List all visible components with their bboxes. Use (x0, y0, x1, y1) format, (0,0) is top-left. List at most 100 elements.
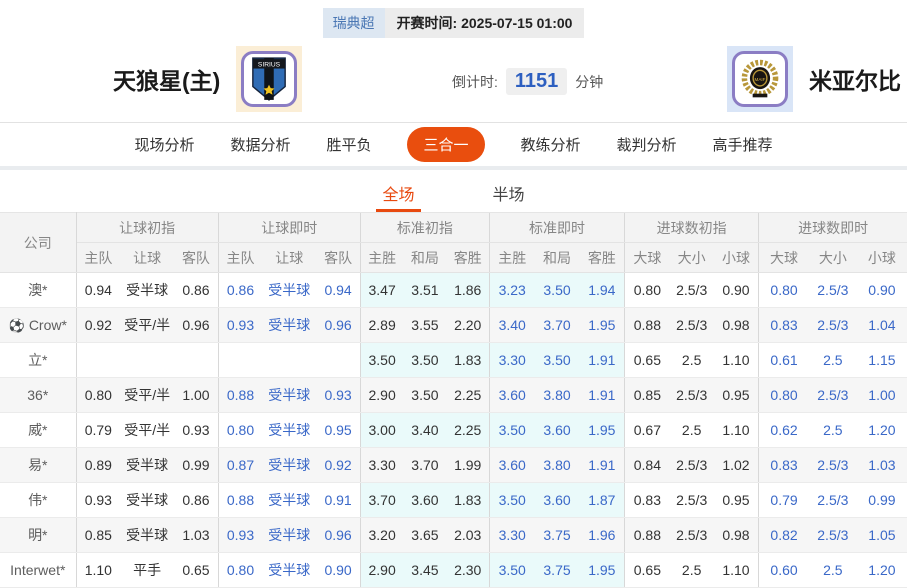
company-cell[interactable]: 明* (0, 518, 76, 553)
company-cell[interactable]: 36* (0, 378, 76, 413)
odds-cell: 2.5 (809, 343, 857, 378)
home-team: 天狼星(主) SIRIUS (113, 46, 302, 112)
company-column-header: 公司 (0, 213, 76, 273)
odds-cell: 3.47 (360, 273, 403, 308)
odds-cell: 3.20 (360, 518, 403, 553)
odds-cell: 1.94 (580, 273, 625, 308)
odds-cell: 0.98 (714, 518, 759, 553)
odds-cell: 1.95 (580, 553, 625, 588)
odds-cell: 0.83 (759, 448, 809, 483)
odds-cell: 3.60 (489, 448, 534, 483)
odds-cell: 受半球 (120, 483, 174, 518)
odds-cell: 1.10 (714, 413, 759, 448)
analysis-nav: 现场分析 数据分析 胜平负 三合一 教练分析 裁判分析 高手推荐 (0, 122, 907, 166)
col-header: 让球 (120, 243, 174, 273)
tab-coach-analysis[interactable]: 教练分析 (521, 134, 581, 155)
group-handicap-live: 让球即时 (218, 213, 360, 243)
company-name: 36* (27, 387, 48, 403)
table-row: 易*0.89受半球0.990.87受半球0.923.303.701.993.60… (0, 448, 907, 483)
odds-cell: 受平/半 (120, 413, 174, 448)
odds-cell: 3.65 (403, 518, 446, 553)
odds-cell (316, 343, 360, 378)
odds-cell: 2.5 (670, 413, 714, 448)
odds-cell: 3.50 (489, 553, 534, 588)
odds-cell: 1.03 (857, 448, 907, 483)
col-header: 大球 (759, 243, 809, 273)
company-name: 威* (28, 422, 47, 438)
col-header: 主胜 (489, 243, 534, 273)
odds-cell: 3.80 (535, 378, 580, 413)
company-name: 澳* (28, 282, 47, 298)
odds-cell: 0.88 (218, 483, 262, 518)
odds-cell: 0.80 (218, 553, 262, 588)
odds-cell: 1.95 (580, 413, 625, 448)
odds-cell: 0.92 (76, 308, 120, 343)
odds-cell: 0.86 (174, 273, 218, 308)
odds-cell: 1.00 (857, 378, 907, 413)
odds-cell: 2.5 (670, 553, 714, 588)
tab-live-analysis[interactable]: 现场分析 (134, 134, 194, 155)
company-name: Interwet* (10, 562, 65, 578)
subtab-half-match[interactable]: 半场 (487, 181, 531, 212)
odds-cell: 1.96 (580, 518, 625, 553)
company-cell[interactable]: 立* (0, 343, 76, 378)
svg-text:SIRIUS: SIRIUS (258, 62, 281, 69)
odds-cell: 0.82 (759, 518, 809, 553)
odds-cell: 1.15 (857, 343, 907, 378)
mjallby-crest-icon: MAIF (732, 51, 788, 107)
company-cell[interactable]: 易* (0, 448, 76, 483)
odds-cell: 0.80 (76, 378, 120, 413)
company-name: Crow* (29, 317, 67, 333)
odds-cell: 3.60 (535, 413, 580, 448)
odds-cell: 0.65 (625, 553, 670, 588)
soccer-ball-icon: ⚽ (9, 318, 25, 333)
odds-cell: 0.88 (625, 518, 670, 553)
odds-cell: 受半球 (262, 413, 316, 448)
company-cell[interactable]: 威* (0, 413, 76, 448)
odds-cell: 3.23 (489, 273, 534, 308)
tab-expert-picks[interactable]: 高手推荐 (713, 134, 773, 155)
odds-cell: 0.94 (316, 273, 360, 308)
odds-cell: 2.30 (446, 553, 489, 588)
tab-three-in-one[interactable]: 三合一 (407, 127, 484, 162)
company-name: 伟* (28, 492, 47, 508)
odds-cell: 0.80 (759, 378, 809, 413)
odds-cell: 0.67 (625, 413, 670, 448)
company-cell[interactable]: Interwet* (0, 553, 76, 588)
col-header: 和局 (535, 243, 580, 273)
odds-cell: 受平/半 (120, 378, 174, 413)
company-name: 立* (28, 352, 47, 368)
odds-cell: 2.5/3 (670, 448, 714, 483)
subtab-full-match[interactable]: 全场 (376, 181, 420, 212)
odds-cell: 1.99 (446, 448, 489, 483)
odds-cell: 3.30 (360, 448, 403, 483)
company-cell[interactable]: 澳* (0, 273, 76, 308)
odds-cell: 3.00 (360, 413, 403, 448)
odds-cell: 0.87 (218, 448, 262, 483)
countdown-unit: 分钟 (575, 72, 603, 92)
tab-win-draw-lose[interactable]: 胜平负 (326, 134, 371, 155)
odds-cell: 1.83 (446, 343, 489, 378)
odds-cell: 3.51 (403, 273, 446, 308)
odds-cell: 1.86 (446, 273, 489, 308)
odds-cell: 0.95 (714, 378, 759, 413)
odds-cell: 受平/半 (120, 308, 174, 343)
odds-cell: 0.90 (857, 273, 907, 308)
odds-cell: 1.04 (857, 308, 907, 343)
odds-cell (120, 343, 174, 378)
odds-cell: 3.50 (403, 378, 446, 413)
col-header: 主胜 (360, 243, 403, 273)
odds-cell: 0.99 (174, 448, 218, 483)
group-standard-initial: 标准初指 (360, 213, 489, 243)
tab-data-analysis[interactable]: 数据分析 (230, 134, 290, 155)
odds-cell: 1.03 (174, 518, 218, 553)
tab-referee-analysis[interactable]: 裁判分析 (617, 134, 677, 155)
kickoff-time: 开赛时间: 2025-07-15 01:00 (385, 8, 585, 38)
company-cell[interactable]: 伟* (0, 483, 76, 518)
odds-cell: 3.80 (535, 448, 580, 483)
company-cell[interactable]: ⚽ Crow* (0, 308, 76, 343)
odds-cell: 0.79 (76, 413, 120, 448)
group-standard-live: 标准即时 (489, 213, 624, 243)
odds-cell: 1.02 (714, 448, 759, 483)
odds-cell (262, 343, 316, 378)
